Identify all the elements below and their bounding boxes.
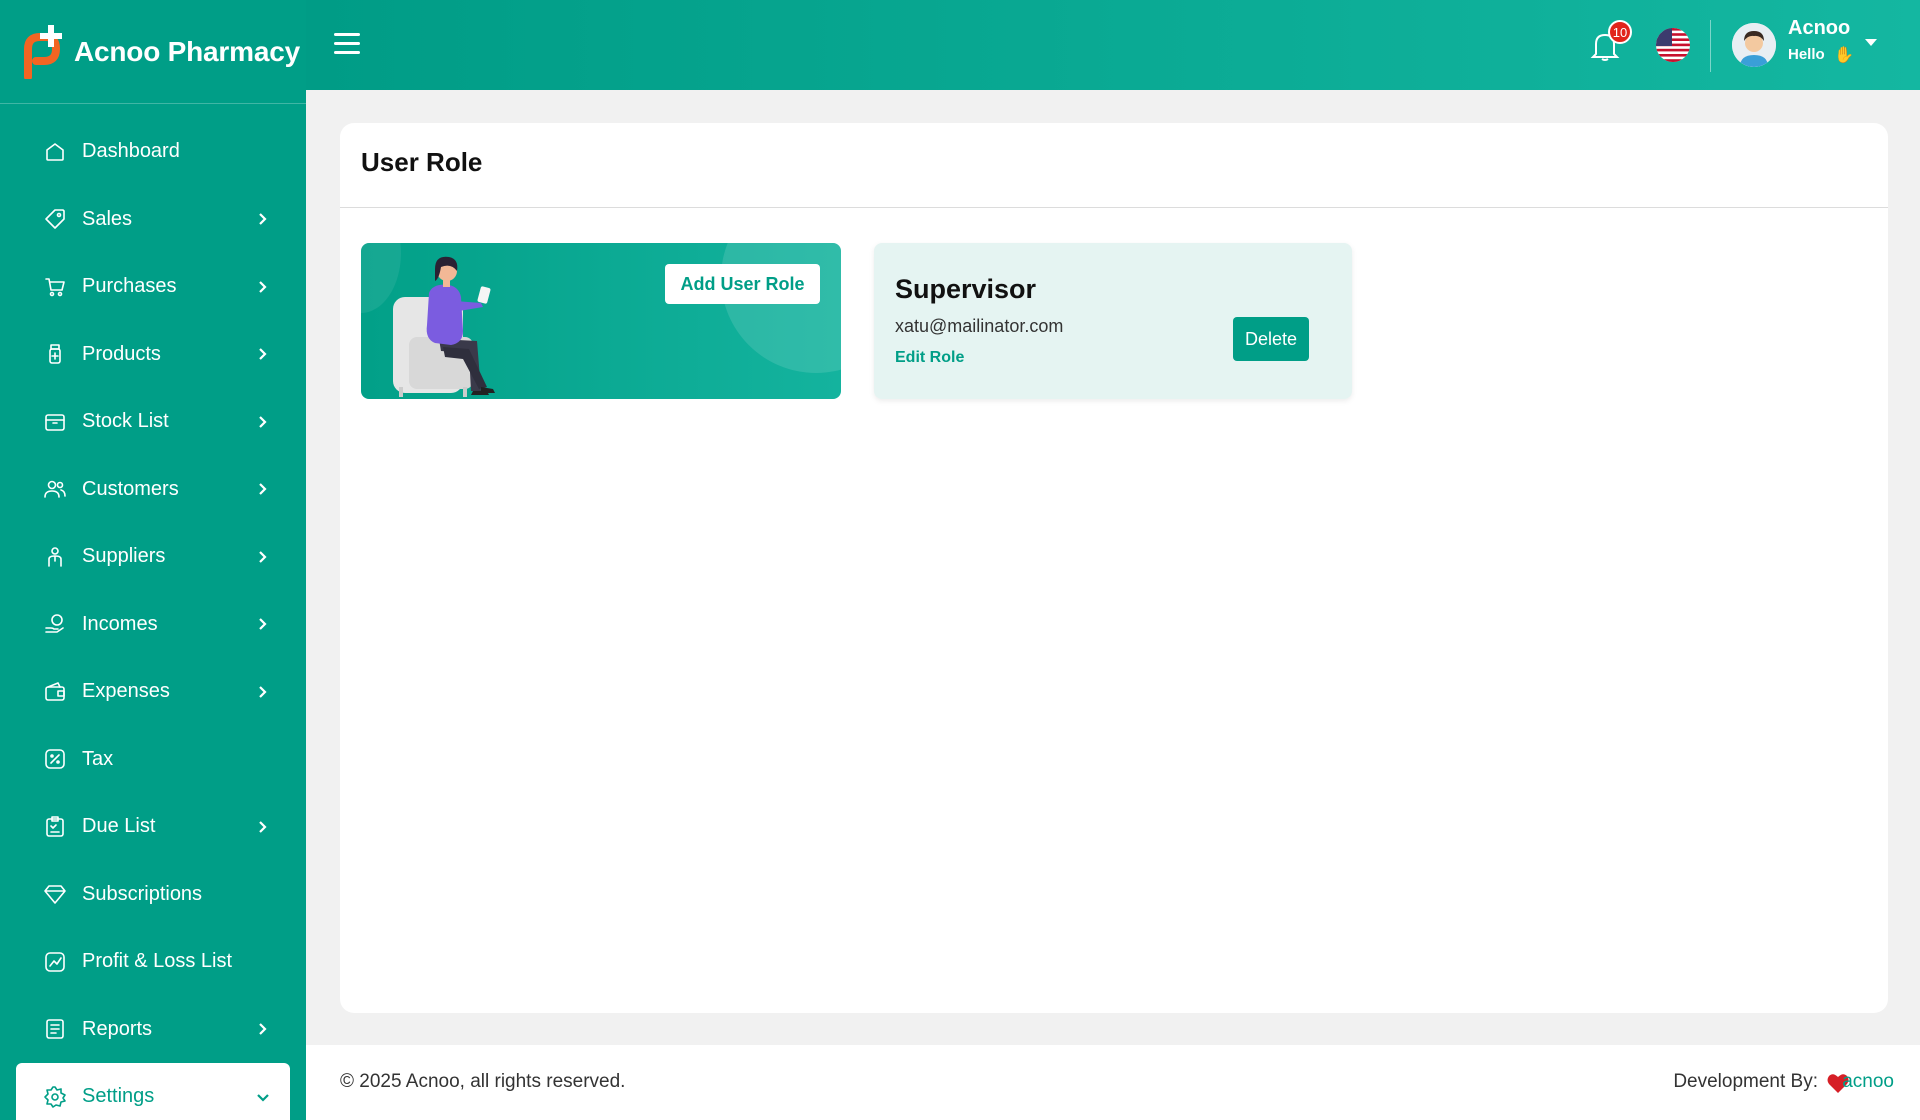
chevron-right-icon xyxy=(256,482,270,496)
chevron-right-icon xyxy=(256,347,270,361)
sidebar-item-incomes[interactable]: Incomes xyxy=(0,591,306,659)
clipboard-check-icon xyxy=(42,814,68,840)
sidebar-item-label: Sales xyxy=(82,207,133,230)
caret-down-icon[interactable] xyxy=(1864,38,1878,48)
header-divider xyxy=(1710,20,1711,72)
sidebar-item-sales[interactable]: Sales xyxy=(0,186,306,254)
user-avatar[interactable] xyxy=(1732,23,1776,67)
user-role-card: User Role Add User Role Supervisor xatu@… xyxy=(340,123,1888,1013)
waving-hand-icon: ✋ xyxy=(1834,47,1854,64)
users-icon xyxy=(42,476,68,502)
chart-icon xyxy=(42,949,68,975)
chevron-right-icon xyxy=(256,550,270,564)
wallet-icon xyxy=(42,679,68,705)
sidebar-item-suppliers[interactable]: Suppliers xyxy=(0,523,306,591)
edit-role-link[interactable]: Edit Role xyxy=(895,349,964,367)
title-divider xyxy=(340,207,1888,208)
chevron-right-icon xyxy=(256,685,270,699)
role-card: Supervisor xatu@mailinator.com Edit Role… xyxy=(874,243,1352,399)
add-role-banner: Add User Role xyxy=(361,243,841,399)
sidebar-item-label: Purchases xyxy=(82,275,177,298)
tag-icon xyxy=(42,206,68,232)
sidebar-nav: Dashboard Sales Purchases Products Stock… xyxy=(0,104,306,1120)
sidebar-item-expenses[interactable]: Expenses xyxy=(0,658,306,726)
report-icon xyxy=(42,1016,68,1042)
brand[interactable]: Acnoo Pharmacy xyxy=(0,0,306,104)
footer: © 2025 Acnoo, all rights reserved. Devel… xyxy=(306,1045,1920,1120)
chevron-right-icon xyxy=(256,415,270,429)
home-icon xyxy=(42,139,68,165)
us-flag-icon[interactable] xyxy=(1656,28,1690,62)
delete-role-button[interactable]: Delete xyxy=(1233,317,1309,361)
sidebar-item-stock-list[interactable]: Stock List xyxy=(0,388,306,456)
sidebar-item-customers[interactable]: Customers xyxy=(0,456,306,524)
medicine-bottle-icon xyxy=(42,341,68,367)
gear-icon xyxy=(42,1084,68,1110)
supplier-icon xyxy=(42,544,68,570)
chevron-right-icon xyxy=(256,280,270,294)
sidebar-item-profit-loss[interactable]: Profit & Loss List xyxy=(0,928,306,996)
sidebar-item-label: Dashboard xyxy=(82,140,180,163)
user-name: Acnoo xyxy=(1788,17,1851,39)
sidebar-item-label: Profit & Loss List xyxy=(82,950,233,973)
developer-label: Development By: xyxy=(1673,1071,1818,1092)
sidebar-item-label: Subscriptions xyxy=(82,882,203,905)
sidebar-item-tax[interactable]: Tax xyxy=(0,726,306,794)
woman-reading-illustration xyxy=(393,256,495,397)
diamond-icon xyxy=(42,881,68,907)
sidebar: Acnoo Pharmacy Dashboard Sales Purchases… xyxy=(0,0,306,1120)
add-user-role-button[interactable]: Add User Role xyxy=(665,264,820,304)
page-title: User Role xyxy=(361,147,483,177)
sidebar-item-label: Stock List xyxy=(82,410,169,433)
sidebar-item-purchases[interactable]: Purchases xyxy=(0,253,306,321)
sidebar-item-settings[interactable]: Settings xyxy=(16,1063,290,1120)
sidebar-item-label: Due List xyxy=(82,815,156,838)
sidebar-item-due-list[interactable]: Due List xyxy=(0,793,306,861)
role-email: xatu@mailinator.com xyxy=(895,316,1064,336)
coin-hand-icon xyxy=(42,611,68,637)
sidebar-item-label: Expenses xyxy=(82,680,170,703)
sidebar-item-label: Products xyxy=(82,342,161,365)
chevron-down-icon xyxy=(256,1090,270,1104)
sidebar-item-label: Settings xyxy=(82,1085,155,1108)
developer-link[interactable]: acnoo xyxy=(1842,1071,1894,1093)
sidebar-item-label: Customers xyxy=(82,477,179,500)
role-name: Supervisor xyxy=(895,274,1037,304)
chevron-right-icon xyxy=(256,617,270,631)
notification-count-badge: 10 xyxy=(1608,20,1632,44)
sidebar-item-products[interactable]: Products xyxy=(0,321,306,389)
sidebar-item-subscriptions[interactable]: Subscriptions xyxy=(0,861,306,929)
chevron-right-icon xyxy=(256,212,270,226)
sidebar-item-label: Tax xyxy=(82,747,114,770)
top-header: 10 Acnoo Hello ✋ xyxy=(306,0,1920,90)
sidebar-item-label: Suppliers xyxy=(82,545,166,568)
pharmacy-logo-icon xyxy=(24,24,62,79)
brand-name: Acnoo Pharmacy xyxy=(74,35,300,67)
chevron-right-icon xyxy=(256,820,270,834)
sidebar-item-reports[interactable]: Reports xyxy=(0,996,306,1064)
sidebar-item-dashboard[interactable]: Dashboard xyxy=(0,118,306,186)
box-icon xyxy=(42,409,68,435)
decorative-circle xyxy=(721,243,841,373)
copyright-text: © 2025 Acnoo, all rights reserved. xyxy=(340,1071,626,1092)
chevron-right-icon xyxy=(256,1022,270,1036)
user-greeting: Hello xyxy=(1788,46,1825,63)
percent-icon xyxy=(42,746,68,772)
cart-icon xyxy=(42,274,68,300)
menu-toggle-icon[interactable] xyxy=(334,33,360,55)
sidebar-item-label: Incomes xyxy=(82,612,158,635)
sidebar-item-label: Reports xyxy=(82,1017,153,1040)
